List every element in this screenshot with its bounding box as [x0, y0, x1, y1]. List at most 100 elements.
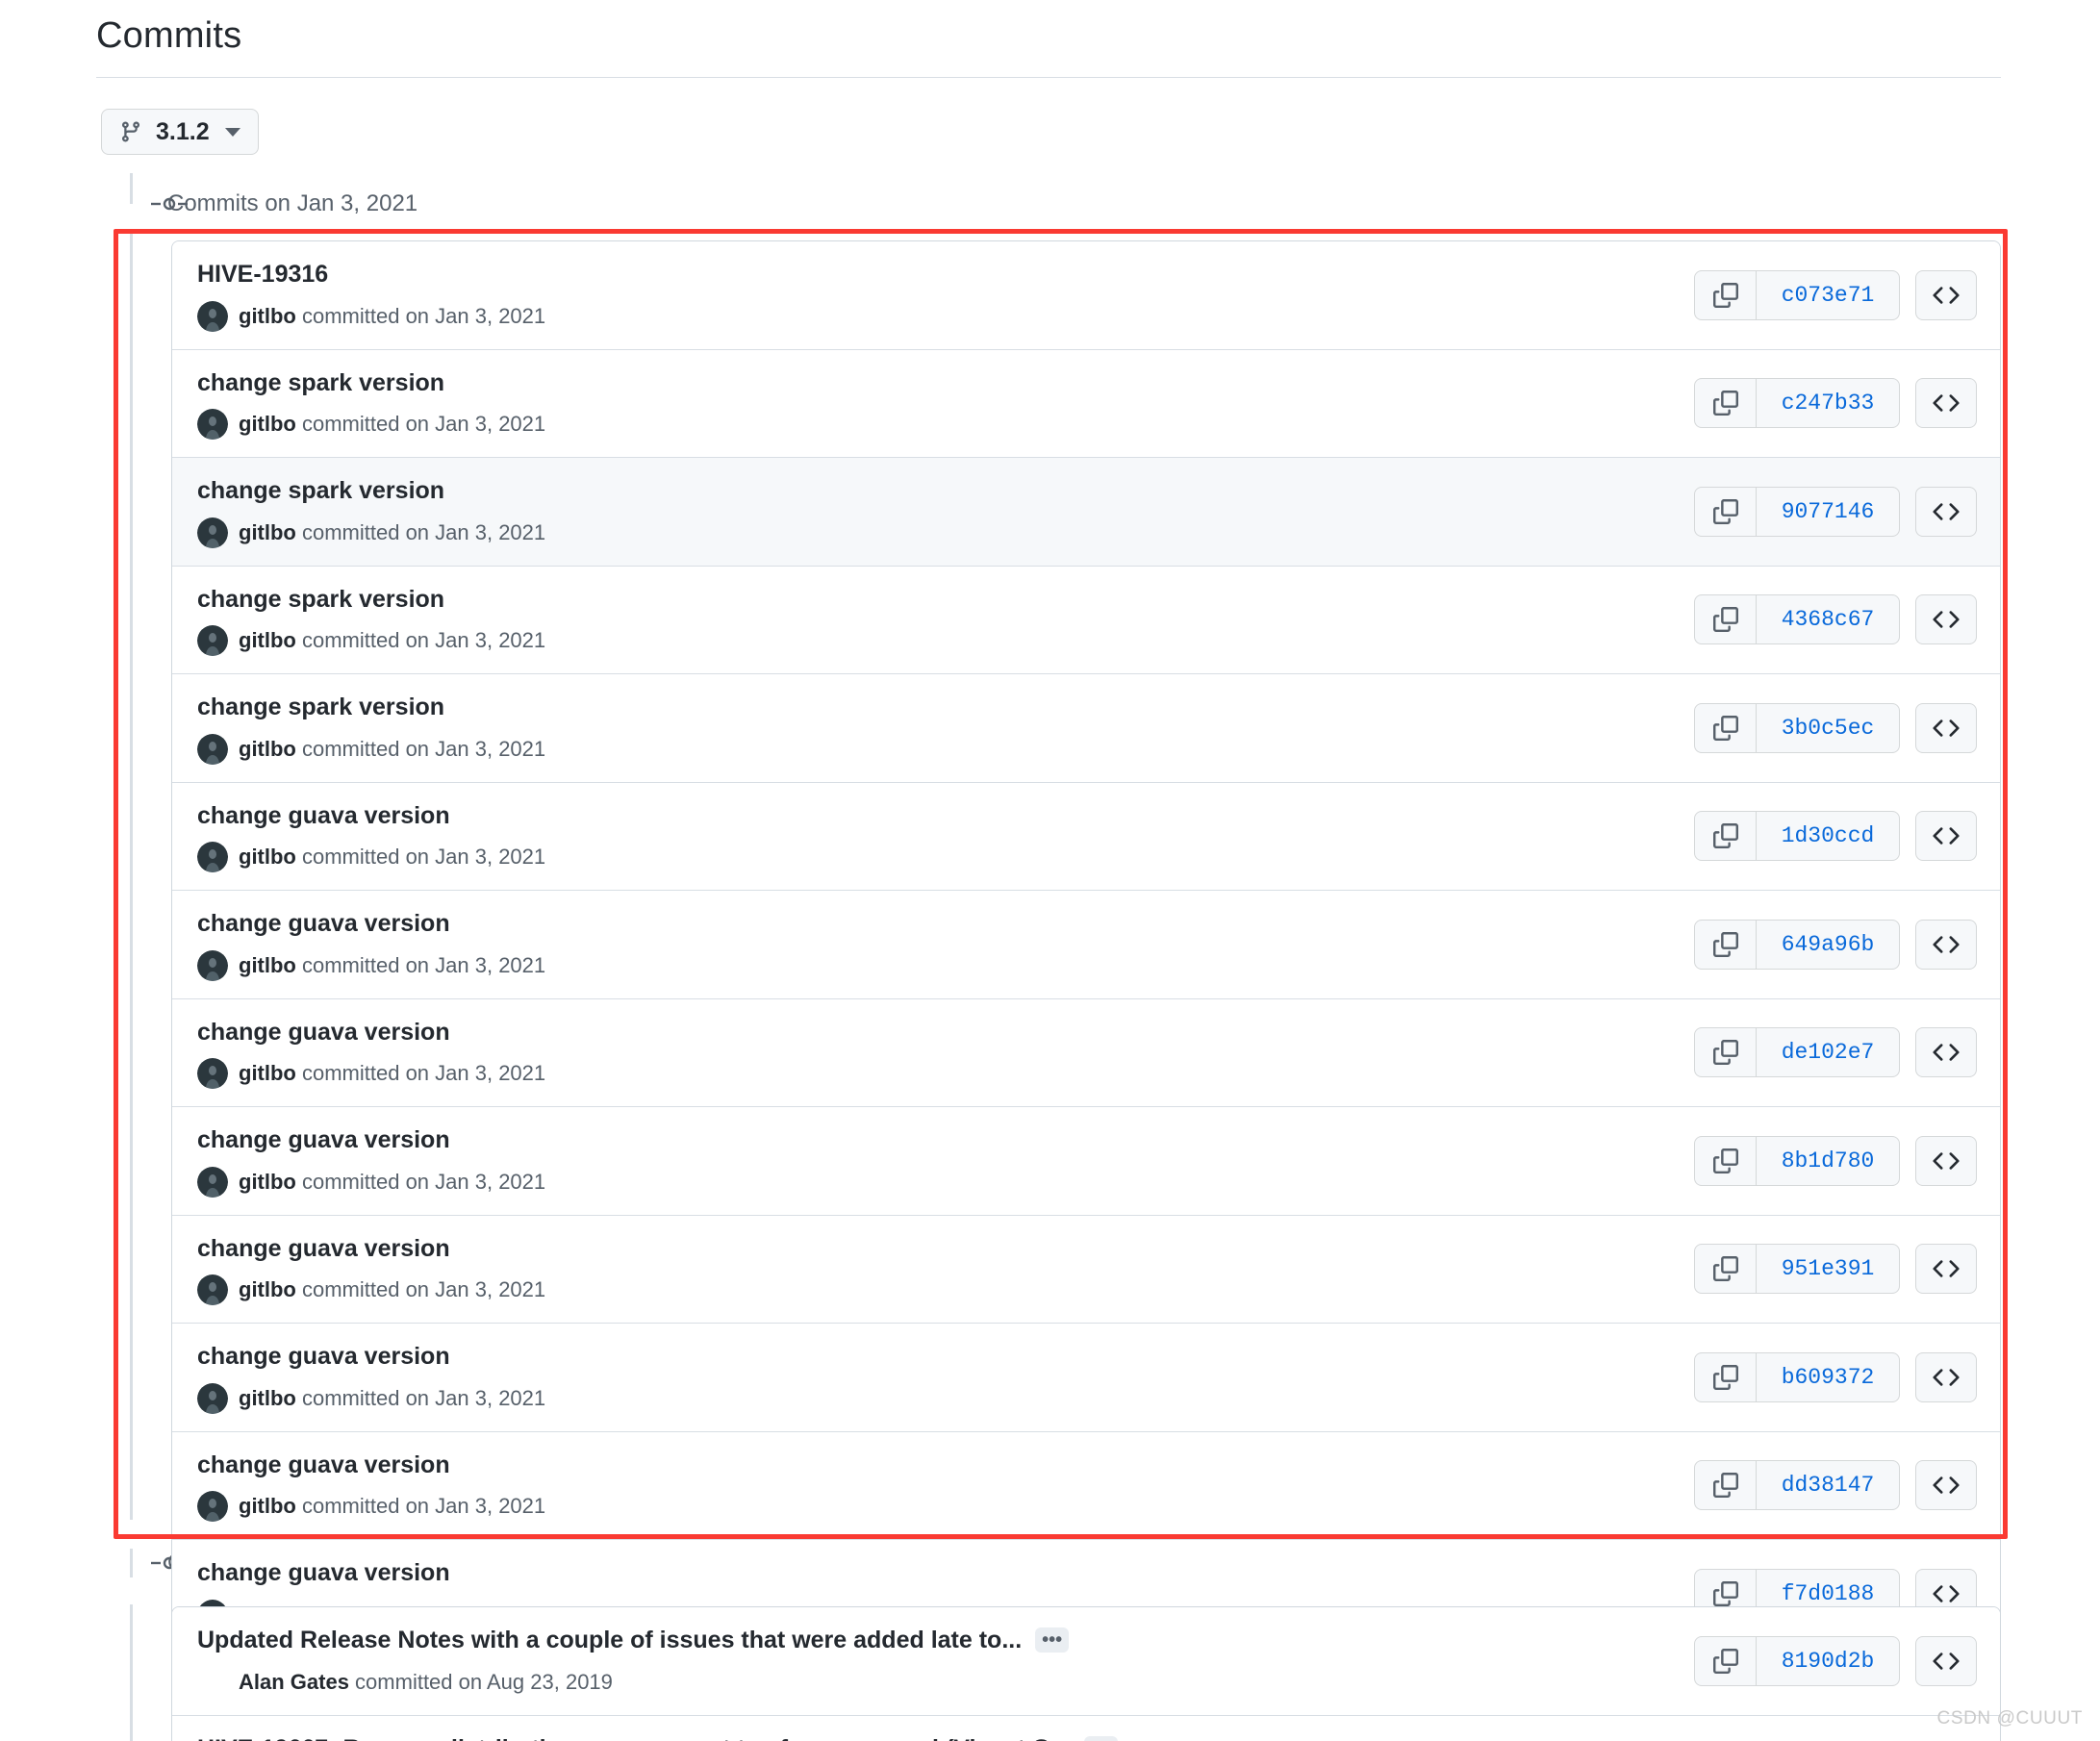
commit-sha-link[interactable]: 8b1d780 — [1757, 1137, 1899, 1185]
browse-repository-button[interactable] — [1915, 594, 1977, 645]
copy-sha-button[interactable] — [1695, 703, 1757, 752]
commit-row[interactable]: HIVE-19316 gitlbo committed on Jan 3, 202… — [172, 241, 2000, 350]
commit-message-link[interactable]: Updated Release Notes with a couple of i… — [197, 1625, 1022, 1656]
commit-message-link[interactable]: change spark version — [197, 692, 444, 723]
avatar[interactable] — [197, 1166, 228, 1198]
copy-sha-button[interactable] — [1695, 595, 1757, 644]
commit-actions: 649a96b — [1694, 919, 1977, 970]
commit-message-link[interactable]: change guava version — [197, 1557, 450, 1589]
avatar[interactable] — [197, 1491, 228, 1522]
commit-list-jan-3-2021: HIVE-19316 gitlbo committed on Jan 3, 202… — [171, 240, 2001, 1741]
browse-repository-button[interactable] — [1915, 486, 1977, 537]
commit-message-link[interactable]: HIVE-19316 — [197, 259, 328, 290]
avatar[interactable] — [197, 1058, 228, 1089]
browse-repository-button[interactable] — [1915, 919, 1977, 970]
commit-message-link[interactable]: change spark version — [197, 367, 444, 399]
commit-row[interactable]: change guava version gitlbo committed on … — [172, 1431, 2000, 1540]
copy-sha-button[interactable] — [1695, 1245, 1757, 1294]
copy-sha-button[interactable] — [1695, 379, 1757, 428]
sha-button-group: b609372 — [1694, 1351, 1900, 1402]
copy-sha-button[interactable] — [1695, 270, 1757, 319]
commit-actions: 9077146 — [1694, 486, 1977, 537]
timeline-rail — [130, 1604, 133, 1741]
commit-row[interactable]: change spark version gitlbo committed on … — [172, 349, 2000, 458]
commit-message-link[interactable]: change guava version — [197, 1341, 450, 1373]
copy-sha-button[interactable] — [1695, 1136, 1757, 1185]
commit-author-text: gitlbo committed on Jan 3, 2021 — [239, 628, 546, 652]
commit-row[interactable]: change guava version gitlbo committed on … — [172, 1107, 2000, 1216]
browse-repository-button[interactable] — [1915, 1635, 1977, 1686]
commit-row[interactable]: change guava version gitlbo committed on … — [172, 1324, 2000, 1432]
commit-info: change spark version gitlbo committed on … — [197, 475, 1671, 548]
commit-sha-link[interactable]: 3b0c5ec — [1757, 704, 1899, 752]
avatar[interactable] — [197, 733, 228, 765]
browse-repository-button[interactable] — [1915, 1351, 1977, 1402]
commit-message-link[interactable]: change guava version — [197, 1233, 450, 1265]
commit-message-link[interactable]: change guava version — [197, 1124, 450, 1156]
browse-repository-button[interactable] — [1915, 811, 1977, 862]
commit-sha-link[interactable]: 951e391 — [1757, 1245, 1899, 1293]
commit-sha-link[interactable]: dd38147 — [1757, 1461, 1899, 1509]
sha-button-group: c073e71 — [1694, 269, 1900, 320]
commit-sha-link[interactable]: c247b33 — [1757, 379, 1899, 427]
ellipsis-icon[interactable]: ••• — [1035, 1627, 1070, 1653]
browse-repository-button[interactable] — [1915, 1460, 1977, 1511]
commit-message-link[interactable]: change guava version — [197, 908, 450, 940]
copy-sha-button[interactable] — [1695, 1636, 1757, 1685]
commit-sha-link[interactable]: 4368c67 — [1757, 595, 1899, 643]
title-divider — [96, 77, 2001, 78]
commit-author-line: gitlbo committed on Jan 3, 2021 — [197, 1382, 1671, 1414]
browse-repository-button[interactable] — [1915, 1027, 1977, 1078]
avatar[interactable] — [197, 842, 228, 872]
browse-repository-button[interactable] — [1915, 1135, 1977, 1186]
branch-selector-button[interactable]: 3.1.2 — [101, 109, 259, 155]
commit-message-link[interactable]: HIVE-19667: Remove distribution manageme… — [197, 1733, 1071, 1741]
browse-repository-button[interactable] — [1915, 1244, 1977, 1295]
commit-message-link[interactable]: change spark version — [197, 475, 444, 507]
commit-message-link[interactable]: change guava version — [197, 1450, 450, 1481]
copy-sha-button[interactable] — [1695, 1028, 1757, 1077]
browse-repository-button[interactable] — [1915, 378, 1977, 429]
commit-sha-link[interactable]: 649a96b — [1757, 921, 1899, 969]
commit-sha-link[interactable]: 9077146 — [1757, 488, 1899, 536]
commit-author-line: gitlbo committed on Jan 3, 2021 — [197, 409, 1671, 440]
copy-sha-button[interactable] — [1695, 1461, 1757, 1510]
commit-row[interactable]: change spark version gitlbo committed on … — [172, 458, 2000, 567]
commit-message-link[interactable]: change guava version — [197, 800, 450, 832]
commit-sha-link[interactable]: b609372 — [1757, 1353, 1899, 1401]
copy-sha-button[interactable] — [1695, 920, 1757, 969]
commit-sha-link[interactable]: 8190d2b — [1757, 1637, 1899, 1685]
code-brackets-icon — [1933, 282, 1960, 309]
ellipsis-icon[interactable]: ••• — [1084, 1735, 1119, 1741]
avatar[interactable] — [197, 300, 228, 332]
sha-button-group: 951e391 — [1694, 1244, 1900, 1295]
avatar[interactable] — [197, 949, 228, 981]
commit-row[interactable]: HIVE-19667: Remove distribution manageme… — [172, 1715, 2000, 1741]
commit-row[interactable]: change spark version gitlbo committed on … — [172, 566, 2000, 674]
copy-sha-button[interactable] — [1695, 812, 1757, 861]
copy-sha-button[interactable] — [1695, 1352, 1757, 1401]
avatar[interactable] — [197, 625, 228, 656]
commit-sha-link[interactable]: c073e71 — [1757, 271, 1899, 319]
commit-message-link[interactable]: change spark version — [197, 584, 444, 616]
commit-row[interactable]: change guava version gitlbo committed on … — [172, 998, 2000, 1107]
avatar[interactable] — [197, 1382, 228, 1414]
commit-message-link[interactable]: change guava version — [197, 1017, 450, 1048]
commit-row[interactable]: change guava version gitlbo committed on … — [172, 1215, 2000, 1324]
commit-sha-link[interactable]: 1d30ccd — [1757, 812, 1899, 860]
commit-author-line: gitlbo committed on Jan 3, 2021 — [197, 1274, 1671, 1305]
commit-row[interactable]: Updated Release Notes with a couple of i… — [172, 1607, 2000, 1716]
avatar[interactable] — [197, 1274, 228, 1305]
code-brackets-icon — [1933, 1255, 1960, 1282]
commit-row[interactable]: change spark version gitlbo committed on … — [172, 674, 2000, 783]
avatar[interactable] — [197, 409, 228, 440]
commit-sha-link[interactable]: de102e7 — [1757, 1028, 1899, 1076]
commit-row[interactable]: change guava version gitlbo committed on … — [172, 782, 2000, 891]
commit-info: change spark version gitlbo committed on … — [197, 367, 1671, 440]
copy-sha-button[interactable] — [1695, 487, 1757, 536]
avatar[interactable] — [197, 517, 228, 548]
commit-row[interactable]: change guava version gitlbo committed on … — [172, 891, 2000, 999]
browse-repository-button[interactable] — [1915, 269, 1977, 320]
browse-repository-button[interactable] — [1915, 702, 1977, 753]
commit-actions: 8b1d780 — [1694, 1135, 1977, 1186]
